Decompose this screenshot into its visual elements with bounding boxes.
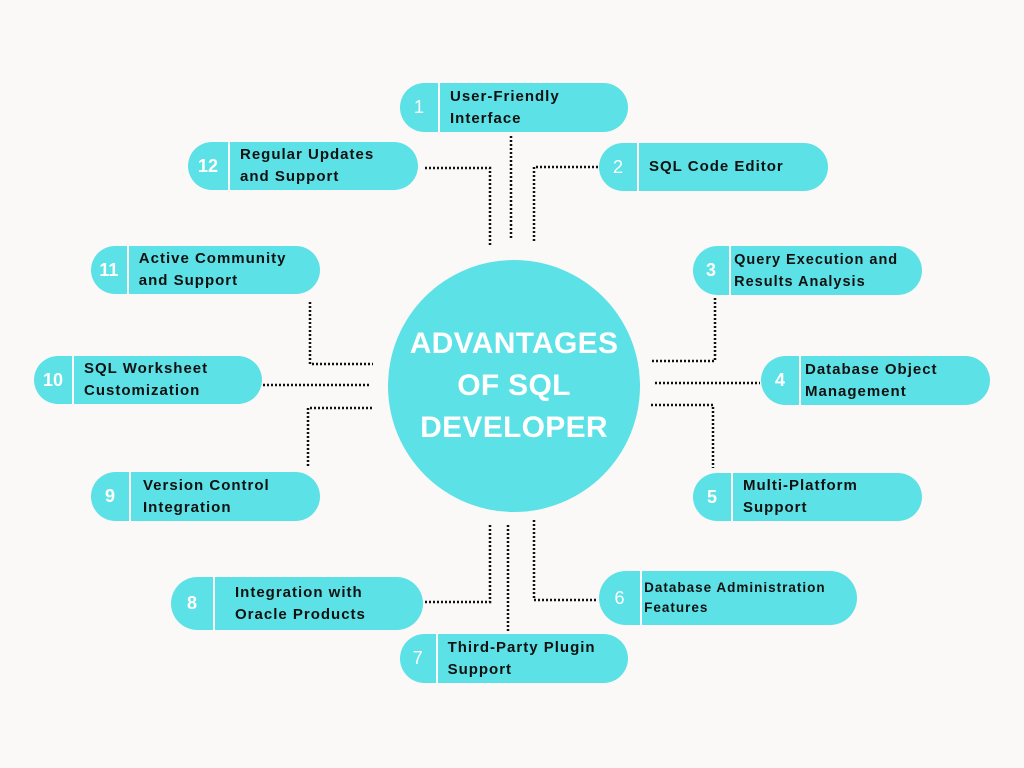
node-label: Third-Party Plugin Support [447,638,596,678]
connector-8 [425,525,492,604]
node-label: Regular Updates and Support [240,146,375,185]
node-4: 4 Database Object Management [761,356,990,405]
node-label: Database Administration Features [644,580,826,615]
node-number: 7 [400,634,438,683]
node-label: Query Execution and Results Analysis [734,251,899,290]
node-3: 3 Query Execution and Results Analysis [693,246,922,295]
node-7: 7 Third-Party Plugin Support [400,634,628,683]
node-11: 11 Active Community and Support [91,246,320,294]
node-number: 1 [400,83,440,132]
node-number: 8 [171,577,215,630]
node-number: 9 [91,472,131,521]
connector-3 [652,298,717,363]
connector-6 [532,520,598,602]
node-1: 1 User-Friendly Interface [400,83,628,132]
node-9: 9 Version Control Integration [91,472,320,521]
node-label: Version Control Integration [143,476,270,516]
node-5: 5 Multi-Platform Support [693,473,922,521]
node-number: 4 [761,356,801,405]
node-number: 3 [693,246,732,295]
node-label: Multi-Platform Support [743,477,858,516]
connector-11 [308,302,373,366]
node-10: 10 SQL Worksheet Customization [34,356,262,404]
central-topic: ADVANTAGES OF SQL DEVELOPER [388,260,640,512]
node-label: Integration with Oracle Products [235,583,366,623]
node-number: 6 [599,571,643,625]
node-6: 6 Database Administration Features [599,571,857,625]
node-label: Active Community and Support [138,250,287,289]
diagram-title: ADVANTAGES OF SQL DEVELOPER [409,327,619,444]
node-label: SQL Code Editor [649,158,784,175]
node-label: SQL Worksheet Customization [84,360,209,399]
node-12: 12 Regular Updates and Support [188,142,418,190]
connector-5 [651,403,715,468]
node-8: 8 Integration with Oracle Products [171,577,423,630]
node-number: 11 [91,246,129,294]
node-2: 2 SQL Code Editor [599,143,828,191]
connector-2 [532,165,598,243]
connector-12 [425,166,492,246]
node-number: 10 [34,356,74,404]
node-label: Database Object Management [805,360,938,400]
node-number: 12 [188,142,230,190]
connector-9 [306,406,372,468]
node-number: 2 [599,143,639,191]
node-number: 5 [693,473,733,521]
node-label: User-Friendly Interface [450,87,560,127]
